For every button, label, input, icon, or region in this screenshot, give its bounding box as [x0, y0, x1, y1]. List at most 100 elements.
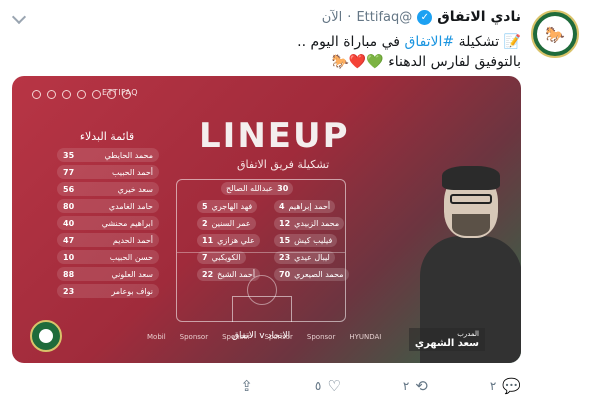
player-chip: 4 أحمد إبراهيم	[274, 200, 336, 213]
reply-count: ٢	[489, 379, 497, 393]
player-name: عمر السنين	[211, 219, 251, 228]
lineup-subtitle: تشكيلة فريق الاتفاق	[237, 158, 330, 171]
player-chip: 23 ليبال عيدي	[274, 251, 335, 264]
tweet-actions: 💬 ٢ ⟲ ٢ ♡ ٥ ⇪	[240, 377, 521, 395]
sponsor-logo: Sponsor	[222, 333, 251, 341]
player-num: 2	[202, 219, 208, 228]
social-icon	[77, 90, 86, 99]
sub-name: حسن الحبيب	[109, 252, 153, 262]
coach-name: سعد الشهري	[414, 338, 479, 349]
player-num: 12	[279, 219, 291, 228]
sponsor-logos: Mobil Sponsor Sponsor Sponsor Sponsor HY…	[147, 333, 381, 341]
tweet-text-line-2: بالتوفيق لفارس الدهناء 💚❤️🐎	[331, 54, 521, 70]
social-icon	[32, 90, 41, 99]
coach-role: المدرب	[457, 330, 479, 338]
substitute-item: 47 أحمد الحديم	[57, 233, 159, 247]
tweet-media-image[interactable]: ETTIFAQ LINEUP تشكيلة فريق الاتفاق قائمة…	[12, 76, 521, 363]
like-count: ٥	[314, 379, 322, 393]
social-icon	[92, 90, 101, 99]
verified-icon: ✓	[417, 9, 433, 25]
share-button[interactable]: ⇪	[240, 377, 253, 395]
tweet-text-line-1: 📝 تشكيلة #الاتفاق في مباراة اليوم ..	[21, 32, 521, 52]
social-icon	[47, 90, 56, 99]
player-chip: 12 محمد الزبيدي	[274, 217, 345, 230]
account-avatar[interactable]: 🐎	[531, 10, 579, 58]
substitute-item: 23 نواف بوعامر	[57, 284, 159, 298]
player-num: 15	[279, 236, 291, 245]
text-pre: 📝 تشكيلة	[454, 34, 521, 50]
hashtag-link[interactable]: #الاتفاق	[404, 34, 454, 50]
club-logo-icon: 🐎	[537, 16, 573, 52]
retweet-count: ٢	[402, 379, 410, 393]
substitute-item: 10 حسن الحبيب	[57, 250, 159, 264]
tweet-timestamp[interactable]: الآن	[322, 10, 343, 25]
player-num: 70	[279, 270, 291, 279]
coach-label: المدرب سعد الشهري	[408, 328, 485, 351]
sub-name: حامد الغامدي	[108, 201, 153, 211]
player-chip: 11 علي هزازي	[197, 234, 260, 247]
separator-dot: ·	[347, 9, 352, 25]
tweet[interactable]: 🐎 نادي الاتفاق ✓ @Ettifaq · الآن 📝 تشكيل…	[0, 0, 589, 403]
substitute-item: 40 ابراهيم محنشي	[57, 216, 159, 230]
sub-name: سعد خيري	[117, 184, 153, 194]
sub-name: ابراهيم محنشي	[101, 218, 153, 228]
player-name: عبدالله الصالح	[226, 184, 274, 193]
player-chip: 2 عمر السنين	[197, 217, 256, 230]
player-num: 5	[202, 202, 208, 211]
share-icon: ⇪	[240, 377, 253, 395]
sub-num: 47	[63, 235, 75, 245]
retweet-button[interactable]: ⟲ ٢	[403, 377, 428, 395]
text-post: في مباراة اليوم ..	[297, 34, 405, 50]
sub-name: سعد العلوني	[111, 269, 154, 279]
player-num: 7	[202, 253, 208, 262]
retweet-icon: ⟲	[415, 377, 428, 395]
pitch-penalty-box	[232, 296, 292, 322]
player-chip: 7 الكويكبي	[197, 251, 246, 264]
player-name: محمد الصيعري	[294, 270, 344, 279]
like-icon: ♡	[327, 377, 341, 395]
player-name: فهد الهاجري	[211, 202, 253, 211]
substitutes-title: قائمة البدلاء	[79, 130, 135, 143]
player-name: أحمد الشيخ	[217, 270, 256, 279]
sponsor-logo: Mobil	[147, 333, 166, 341]
sponsor-logo: Sponsor	[306, 333, 336, 341]
sub-num: 35	[63, 150, 75, 160]
coach-hair	[442, 166, 500, 190]
substitute-item: 56 سعد خيري	[57, 182, 159, 196]
reply-button[interactable]: 💬 ٢	[490, 377, 521, 395]
sponsor-logo: Sponsor	[264, 333, 293, 341]
lineup-title: LINEUP	[199, 116, 350, 156]
player-chip: 22 أحمد الشيخ	[197, 268, 261, 281]
player-name: أحمد إبراهيم	[288, 202, 331, 211]
player-num: 22	[202, 270, 214, 279]
player-name: فيليب كيش	[294, 236, 333, 245]
club-logo-icon	[30, 320, 62, 352]
player-chip: 15 فيليب كيش	[274, 234, 338, 247]
caret-down-icon[interactable]	[11, 9, 27, 25]
substitutes-list: 35 محمد الحايطي 77 أحمد الحبيب 56 سعد خيري …	[57, 148, 159, 298]
substitute-item: 77 أحمد الحبيب	[57, 165, 159, 179]
player-name: محمد الزبيدي	[294, 219, 340, 228]
coach-glasses	[450, 194, 492, 204]
player-chip: 5 فهد الهاجري	[197, 200, 258, 213]
sub-num: 40	[63, 218, 75, 228]
sub-num: 77	[63, 167, 75, 177]
sub-num: 56	[63, 184, 75, 194]
brand-handle: ETTIFAQ	[102, 88, 139, 97]
sub-num: 88	[63, 269, 75, 279]
account-handle[interactable]: @Ettifaq	[356, 10, 412, 25]
sponsor-logo: Sponsor	[179, 333, 209, 341]
like-button[interactable]: ♡ ٥	[315, 377, 341, 395]
substitute-item: 80 حامد الغامدي	[57, 199, 159, 213]
coach-beard	[452, 214, 490, 236]
sub-name: نواف بوعامر	[111, 286, 153, 296]
substitute-item: 35 محمد الحايطي	[57, 148, 159, 162]
player-num: 4	[279, 202, 285, 211]
player-name: الكويكبي	[211, 253, 241, 262]
social-icon	[62, 90, 71, 99]
player-name: علي هزازي	[217, 236, 255, 245]
account-name[interactable]: نادي الاتفاق	[437, 9, 521, 25]
player-name: ليبال عيدي	[294, 253, 330, 262]
sub-name: أحمد الحبيب	[111, 167, 153, 177]
sub-name: محمد الحايطي	[104, 150, 153, 160]
